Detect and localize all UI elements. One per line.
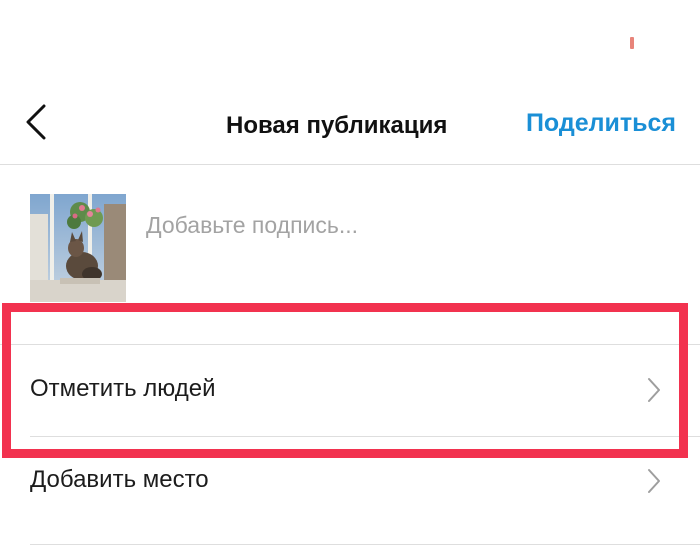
tag-people-label: Отметить людей [30,375,216,402]
chevron-right-icon [648,469,660,493]
options-middle-divider [30,436,700,437]
back-button[interactable] [20,100,60,144]
add-location-row[interactable]: Добавить место [0,451,700,511]
header-divider [0,164,700,165]
page-title: Новая публикация [226,112,448,139]
chevron-left-icon [26,104,46,140]
nav-bar: Новая публикация Поделиться [0,90,700,164]
share-button[interactable]: Поделиться [526,109,676,138]
options-bottom-divider [30,544,700,545]
add-location-label: Добавить место [30,466,209,493]
cat-photo-image [30,194,126,302]
post-thumbnail[interactable] [30,194,126,302]
tag-people-row[interactable]: Отметить людей [0,360,700,420]
options-top-divider [0,344,700,345]
chevron-right-icon [648,378,660,402]
status-indicator [630,37,634,49]
caption-input[interactable] [146,210,666,240]
